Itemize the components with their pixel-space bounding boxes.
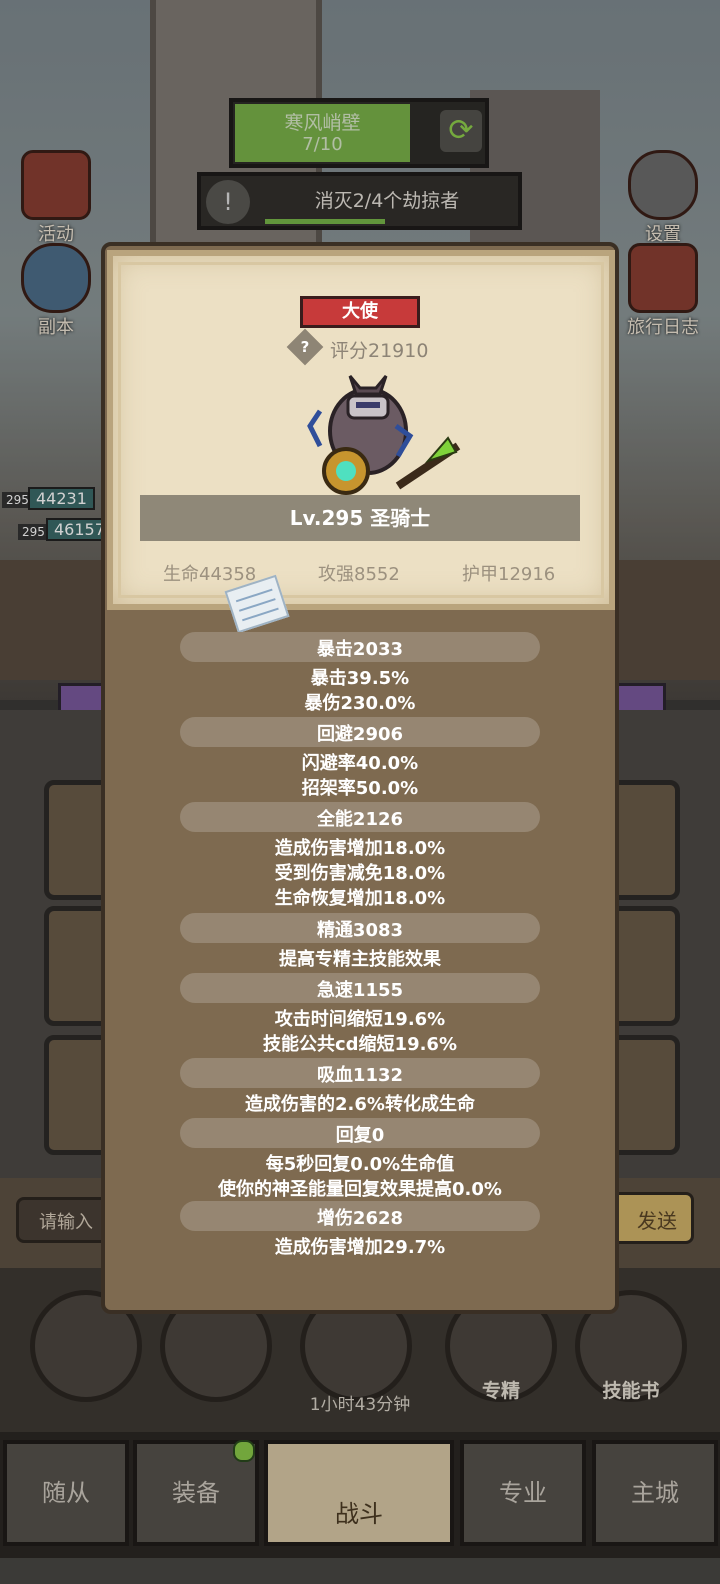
hero-name: Lv.295 圣骑士: [289, 506, 431, 530]
hero-title-badge: 大使: [300, 296, 420, 328]
stat-line: 攻击时间缩短19.6%: [274, 1009, 446, 1030]
help-icon[interactable]: ?: [286, 328, 324, 366]
stat-crit-header: 暴击2033: [316, 639, 404, 660]
stat-line: 招架率50.0%: [301, 778, 419, 799]
stat-avoidance-header: 回避2906: [316, 724, 404, 745]
stat-armor: 护甲12916: [462, 564, 556, 585]
stat-line: 技能公共cd缩短19.6%: [262, 1034, 457, 1055]
stat-line: 暴伤230.0%: [304, 693, 416, 714]
stat-line: 生命恢复增加18.0%: [274, 888, 446, 909]
stat-line: 暴击39.5%: [310, 668, 410, 689]
stat-line: 受到伤害减免18.0%: [274, 863, 446, 884]
stat-line: 提高专精主技能效果: [279, 949, 441, 970]
stat-attack-power: 攻强8552: [318, 564, 400, 585]
stat-haste-header: 急速1155: [316, 980, 404, 1001]
stat-line: 每5秒回复0.0%生命值: [265, 1154, 455, 1175]
stat-line: 造成伤害增加29.7%: [274, 1237, 446, 1258]
stat-damage-bonus-header: 增伤2628: [316, 1208, 404, 1229]
stat-line: 造成伤害增加18.0%: [274, 838, 446, 859]
stat-line: 闪避率40.0%: [301, 753, 419, 774]
stat-hp: 生命44358: [163, 564, 257, 585]
stat-line: 造成伤害的2.6%转化成生命: [245, 1094, 475, 1115]
stat-versatility-header: 全能2126: [316, 809, 404, 830]
paladin-sprite: [307, 375, 461, 495]
stat-line: 使你的神圣能量回复效果提高0.0%: [218, 1179, 502, 1200]
stat-lifesteal-header: 吸血1132: [316, 1065, 404, 1086]
stat-mastery-header: 精通3083: [316, 920, 404, 941]
hero-score: 评分21910: [330, 340, 429, 362]
stat-regen-header: 回复0: [335, 1125, 385, 1146]
